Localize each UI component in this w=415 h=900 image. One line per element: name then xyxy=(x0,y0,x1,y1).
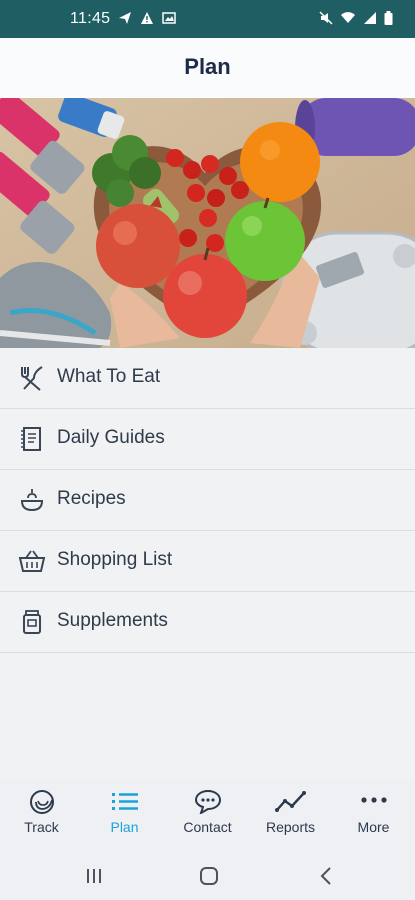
battery-icon xyxy=(384,11,393,25)
app-header: Plan xyxy=(0,38,415,98)
signal-icon xyxy=(364,12,376,24)
home-button[interactable] xyxy=(199,866,219,886)
menu-item-what-to-eat[interactable]: What To Eat xyxy=(0,348,415,409)
bowl-icon xyxy=(20,489,44,512)
line-chart-icon xyxy=(275,791,306,812)
track-icon xyxy=(30,790,54,814)
chat-icon xyxy=(194,789,222,814)
basket-icon xyxy=(18,550,46,572)
tab-more[interactable]: More xyxy=(332,780,415,850)
status-bar: 11:45 xyxy=(0,0,415,38)
tab-contact[interactable]: Contact xyxy=(166,780,249,850)
document-icon xyxy=(21,427,41,451)
status-right-icons xyxy=(319,11,393,25)
tab-label: Contact xyxy=(183,819,232,835)
tab-track[interactable]: Track xyxy=(0,780,83,850)
menu-item-daily-guides[interactable]: Daily Guides xyxy=(0,409,415,470)
tab-label: Plan xyxy=(110,819,139,835)
tab-label: More xyxy=(357,819,390,835)
menu-item-label: Daily Guides xyxy=(57,427,165,448)
tab-reports[interactable]: Reports xyxy=(249,780,332,850)
tab-label: Reports xyxy=(265,819,316,835)
status-left-icons xyxy=(118,11,176,25)
recents-button[interactable] xyxy=(84,867,104,885)
tab-label: Track xyxy=(24,819,59,835)
status-time: 11:45 xyxy=(70,10,111,27)
send-icon xyxy=(119,12,131,24)
page-title: Plan xyxy=(184,54,231,79)
alert-icon xyxy=(141,12,153,24)
hero-image xyxy=(0,98,415,348)
tab-plan[interactable]: Plan xyxy=(83,780,166,850)
menu-item-label: Supplements xyxy=(57,610,168,631)
bottom-tab-bar: Track Plan Contact Reports More xyxy=(0,780,415,850)
menu-item-label: What To Eat xyxy=(57,366,161,387)
wifi-icon xyxy=(341,12,355,23)
more-icon xyxy=(361,797,387,803)
menu-item-label: Shopping List xyxy=(57,549,173,570)
plan-menu: What To Eat Daily Guides Recipes Shoppin… xyxy=(0,348,415,653)
mute-icon xyxy=(319,11,333,25)
back-button[interactable] xyxy=(318,866,334,886)
menu-item-supplements[interactable]: Supplements xyxy=(0,592,415,653)
pill-bottle-icon xyxy=(23,610,41,634)
menu-item-label: Recipes xyxy=(57,488,126,509)
list-icon xyxy=(112,793,138,810)
hero-illustration xyxy=(0,98,415,348)
menu-item-shopping-list[interactable]: Shopping List xyxy=(0,531,415,592)
system-nav-bar xyxy=(0,850,415,900)
image-icon xyxy=(162,12,176,24)
menu-item-recipes[interactable]: Recipes xyxy=(0,470,415,531)
utensils-icon xyxy=(21,366,43,391)
